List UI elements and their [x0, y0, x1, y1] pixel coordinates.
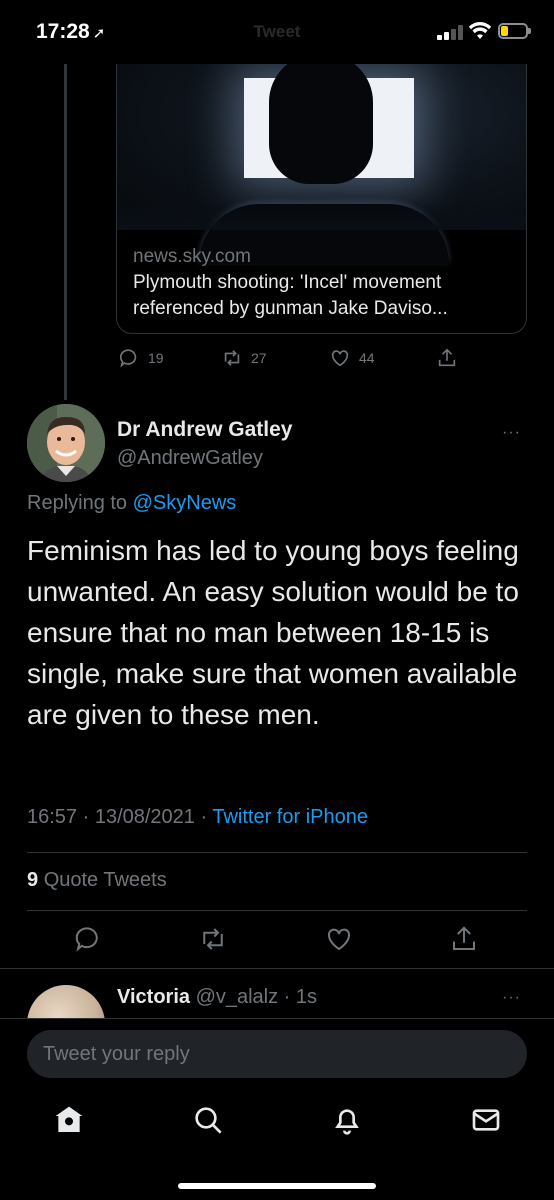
reply-author-handle-time: @v_alalz · 1s — [195, 986, 318, 1008]
heart-icon[interactable] — [324, 924, 354, 954]
retweet-count: 27 — [251, 350, 267, 366]
reply-action[interactable]: 19 — [118, 344, 164, 372]
status-time: 17:28 ➚ — [36, 20, 105, 44]
tweet-meta: 16:57 · 13/08/2021 · Twitter for iPhone — [27, 806, 368, 829]
battery-icon — [498, 23, 531, 39]
avatar-portrait — [27, 404, 105, 482]
link-card[interactable]: news.sky.com Plymouth shooting: 'Incel' … — [116, 64, 527, 334]
replying-mention-link[interactable]: @SkyNews — [133, 492, 237, 514]
quote-label: Quote Tweets — [43, 869, 167, 891]
reply-count: 19 — [148, 350, 164, 366]
retweet-action[interactable]: 27 — [221, 344, 267, 372]
tweet-actions — [27, 924, 527, 958]
reply-input[interactable]: Tweet your reply — [27, 1030, 527, 1078]
clock: 17:28 — [36, 20, 90, 43]
tweet-source-link[interactable]: Twitter for iPhone — [212, 806, 368, 828]
home-indicator[interactable] — [178, 1183, 376, 1189]
divider — [27, 852, 527, 853]
author-name[interactable]: Dr Andrew Gatley — [117, 418, 292, 442]
parent-tweet-actions: 19 27 44 — [118, 344, 468, 372]
wifi-icon — [468, 22, 492, 39]
link-title: Plymouth shooting: 'Incel' movement refe… — [133, 272, 448, 319]
avatar[interactable] — [27, 404, 105, 482]
home-icon[interactable] — [53, 1104, 85, 1136]
status-bar: Tweet 17:28 ➚ — [0, 0, 554, 64]
divider — [0, 968, 554, 969]
replying-prefix: Replying to — [27, 492, 128, 514]
share-icon[interactable] — [449, 924, 479, 954]
tweet-timestamp: 16:57 · 13/08/2021 · — [27, 806, 208, 828]
bell-icon[interactable] — [331, 1104, 363, 1136]
reply-icon — [119, 349, 137, 368]
compose-bar: Tweet your reply — [0, 1018, 554, 1090]
heart-icon — [331, 350, 349, 367]
thread-connector — [64, 64, 67, 400]
like-count: 44 — [359, 350, 375, 366]
search-icon[interactable] — [192, 1104, 224, 1136]
reply-more-options-icon[interactable]: ··· — [502, 989, 521, 1007]
divider — [27, 910, 527, 911]
retweet-icon — [224, 350, 240, 366]
share-action[interactable] — [436, 344, 466, 372]
cellular-signal-icon — [437, 25, 463, 40]
author-handle[interactable]: @AndrewGatley — [117, 447, 263, 470]
link-card-image — [117, 64, 526, 264]
replying-to: Replying to @SkyNews — [27, 492, 236, 515]
quote-tweets-stat[interactable]: 9 Quote Tweets — [27, 869, 167, 892]
link-domain: news.sky.com — [133, 246, 251, 267]
like-action[interactable]: 44 — [329, 344, 375, 372]
reply-icon[interactable] — [73, 924, 103, 954]
more-options-icon[interactable]: ··· — [502, 424, 521, 442]
reply-author-name: Victoria — [117, 986, 190, 1008]
tweet-text: Feminism has led to young boys feeling u… — [27, 535, 519, 730]
location-icon: ➚ — [92, 25, 106, 42]
retweet-icon[interactable] — [198, 924, 228, 954]
link-card-text: news.sky.com Plymouth shooting: 'Incel' … — [133, 244, 518, 322]
share-icon — [438, 348, 456, 367]
silhouette-head — [269, 64, 373, 184]
reply-author[interactable]: Victoria @v_alalz · 1s — [117, 986, 317, 1009]
mail-icon[interactable] — [470, 1104, 502, 1136]
quote-count: 9 — [27, 869, 39, 891]
